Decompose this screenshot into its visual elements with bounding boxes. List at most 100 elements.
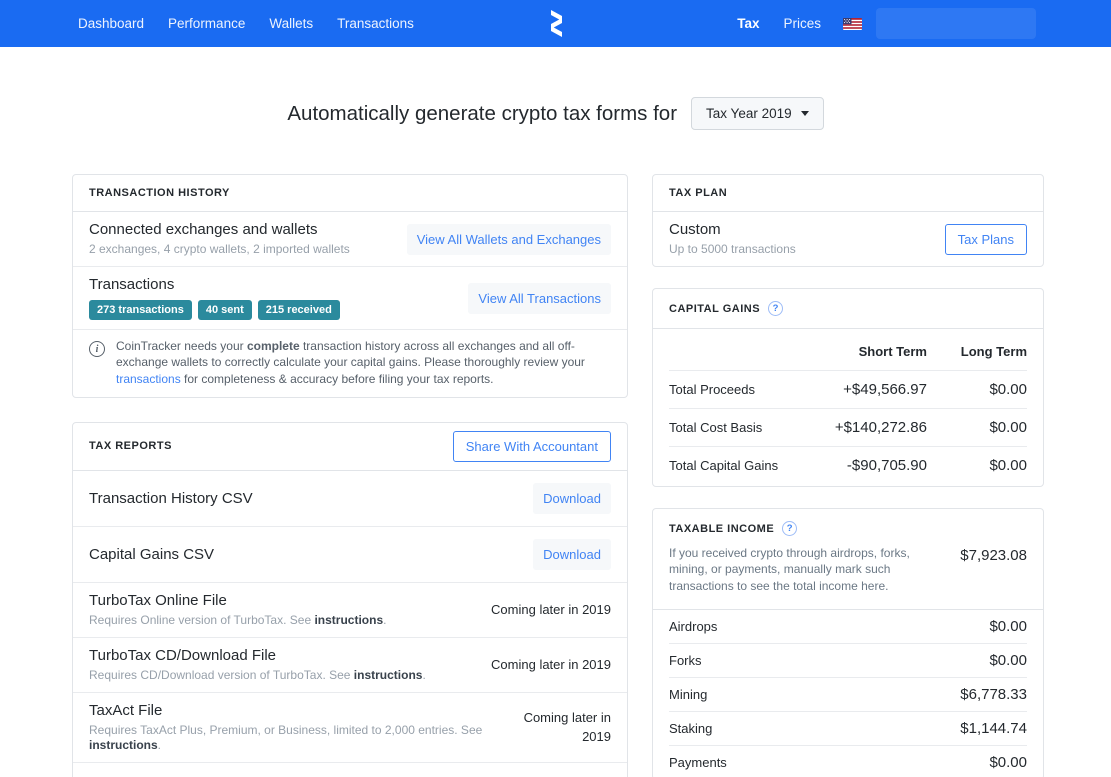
subtitle-part: Requires TaxAct Plus, Premium, or Busine…: [89, 722, 483, 737]
row-value: $1,144.74: [960, 719, 1027, 737]
short-term-value: -$90,705.90: [846, 457, 927, 474]
download-button[interactable]: Download: [533, 482, 611, 514]
note-bold: complete: [246, 339, 300, 353]
report-row-turbotax-online: TurboTax Online File Requires Online ver…: [73, 583, 627, 638]
instructions-link[interactable]: instructions: [89, 738, 158, 752]
capital-gains-header-left: CAPITAL GAINS ?: [669, 301, 784, 316]
connected-wallets-text: Connected exchanges and wallets 2 exchan…: [89, 221, 350, 257]
report-text: TaxAct File Requires TaxAct Plus, Premiu…: [89, 702, 500, 753]
navbar-search-box[interactable]: [876, 8, 1036, 39]
nav-dashboard[interactable]: Dashboard: [66, 10, 156, 37]
help-icon[interactable]: ?: [782, 521, 798, 536]
short-term-value: +$140,272.86: [834, 419, 927, 436]
transaction-history-card: TRANSACTION HISTORY Connected exchanges …: [72, 174, 628, 398]
list-item-payments: Payments $0.00: [669, 744, 1027, 777]
sent-count-badge: 40 sent: [197, 300, 252, 320]
connected-wallets-row: Connected exchanges and wallets 2 exchan…: [73, 212, 627, 267]
share-with-accountant-button[interactable]: Share With Accountant: [452, 430, 611, 462]
view-all-transactions-button[interactable]: View All Transactions: [468, 282, 611, 314]
download-button[interactable]: Download: [533, 538, 611, 570]
cointracker-logo-icon[interactable]: [548, 9, 564, 38]
transaction-badges: 273 transactions 40 sent 215 received: [89, 300, 340, 320]
tax-reports-header: TAX REPORTS Share With Accountant: [73, 423, 627, 471]
note-part: for completeness & accuracy before filin…: [180, 371, 494, 386]
capital-gains-title: CAPITAL GAINS: [669, 302, 761, 315]
view-all-wallets-button[interactable]: View All Wallets and Exchanges: [406, 223, 611, 255]
chevron-down-icon: [800, 111, 809, 116]
transactions-row: Transactions 273 transactions 40 sent 21…: [73, 267, 627, 330]
capital-gains-columns: Short Term Long Term: [669, 329, 1027, 370]
row-value: $6,778.33: [960, 685, 1027, 703]
subtitle-part: Requires Online version of TurboTax. See: [89, 612, 315, 627]
taxable-income-description: If you received crypto through airdrops,…: [669, 546, 910, 593]
report-text: TurboTax CD/Download File Requires CD/Do…: [89, 647, 426, 683]
report-title: Capital Gains CSV: [89, 545, 215, 563]
help-icon[interactable]: ?: [768, 301, 784, 316]
transaction-history-note: i CoinTracker needs your complete transa…: [73, 330, 627, 397]
subtitle-part: .: [157, 737, 162, 752]
right-column: TAX PLAN Custom Up to 5000 transactions …: [652, 174, 1044, 777]
instructions-link[interactable]: instructions: [314, 613, 383, 627]
coming-later-label: Coming later in 2019: [523, 709, 611, 745]
capital-gains-table: Short Term Long Term Total Proceeds +$49…: [653, 329, 1043, 486]
report-row-irs-8949: IRS Form 8949 Coming later in 2019: [73, 763, 627, 777]
nav-tax[interactable]: Tax: [725, 10, 771, 37]
long-term-column-header: Long Term: [960, 344, 1027, 359]
report-row-turbotax-cd: TurboTax CD/Download File Requires CD/Do…: [73, 638, 627, 693]
tax-reports-title: TAX REPORTS: [89, 440, 172, 453]
list-item-mining: Mining $6,778.33: [669, 676, 1027, 711]
report-row-taxact: TaxAct File Requires TaxAct Plus, Premiu…: [73, 693, 627, 763]
report-row-transaction-history-csv: Transaction History CSV Download: [73, 471, 627, 527]
note-part: CoinTracker needs your: [116, 339, 247, 353]
list-item-airdrops: Airdrops $0.00: [669, 610, 1027, 643]
tax-plan-title: TAX PLAN: [669, 187, 728, 199]
transaction-history-title: TRANSACTION HISTORY: [89, 187, 230, 199]
row-label: Payments: [669, 754, 727, 770]
coming-later-label: Coming later in 2019: [491, 657, 611, 673]
transactions-count-badge: 273 transactions: [89, 300, 192, 320]
row-value: $0.00: [989, 651, 1027, 669]
nav-transactions[interactable]: Transactions: [325, 10, 426, 37]
taxable-income-rows: Airdrops $0.00 Forks $0.00 Mining $6,778…: [653, 610, 1043, 777]
table-row-total-proceeds: Total Proceeds +$49,566.97 $0.00: [669, 370, 1027, 408]
tax-plans-button[interactable]: Tax Plans: [944, 223, 1027, 255]
navbar-left-links: Dashboard Performance Wallets Transactio…: [0, 10, 426, 37]
tax-plan-header: TAX PLAN: [653, 175, 1043, 212]
nav-performance[interactable]: Performance: [156, 10, 257, 37]
subtitle-part: .: [383, 612, 387, 627]
row-label: Total Proceeds: [669, 382, 755, 397]
tax-plan-card: TAX PLAN Custom Up to 5000 transactions …: [652, 174, 1044, 267]
taxable-income-summary: If you received crypto through airdrops,…: [669, 545, 1027, 594]
row-label: Staking: [669, 720, 713, 736]
main-content: TRANSACTION HISTORY Connected exchanges …: [72, 174, 1111, 777]
transactions-link[interactable]: transactions: [116, 372, 181, 386]
left-column: TRANSACTION HISTORY Connected exchanges …: [72, 174, 628, 777]
tax-reports-card: TAX REPORTS Share With Accountant Transa…: [72, 421, 628, 777]
report-title: Transaction History CSV: [89, 489, 253, 507]
long-term-value: $0.00: [989, 457, 1027, 474]
taxable-income-title-row: TAXABLE INCOME ?: [669, 521, 1027, 536]
subtitle-part: Requires CD/Download version of TurboTax…: [89, 667, 354, 682]
report-title: TurboTax Online File: [89, 591, 227, 609]
connected-wallets-title: Connected exchanges and wallets: [89, 221, 318, 238]
hero: Automatically generate crypto tax forms …: [0, 97, 1111, 130]
navbar-right-links: Tax Prices: [725, 8, 1111, 39]
short-term-value: +$49,566.97: [843, 381, 927, 398]
report-title: TurboTax CD/Download File: [89, 646, 277, 664]
report-row-capital-gains-csv: Capital Gains CSV Download: [73, 527, 627, 583]
list-item-forks: Forks $0.00: [669, 642, 1027, 677]
report-subtitle: Requires Online version of TurboTax. See…: [89, 613, 386, 628]
nav-prices[interactable]: Prices: [771, 10, 833, 37]
capital-gains-header: CAPITAL GAINS ?: [653, 289, 1043, 329]
transactions-title: Transactions: [89, 276, 175, 293]
us-flag-icon[interactable]: [843, 17, 862, 30]
row-label: Forks: [669, 652, 702, 668]
plan-subtitle: Up to 5000 transactions: [669, 242, 796, 256]
short-term-column-header: Short Term: [858, 344, 927, 359]
tax-plan-text: Custom Up to 5000 transactions: [669, 221, 796, 257]
capital-gains-card: CAPITAL GAINS ? Short Term Long Term Tot…: [652, 288, 1044, 487]
tax-year-dropdown[interactable]: Tax Year 2019: [691, 97, 824, 130]
report-title: TaxAct File: [89, 701, 163, 719]
instructions-link[interactable]: instructions: [354, 668, 423, 682]
nav-wallets[interactable]: Wallets: [257, 10, 325, 37]
